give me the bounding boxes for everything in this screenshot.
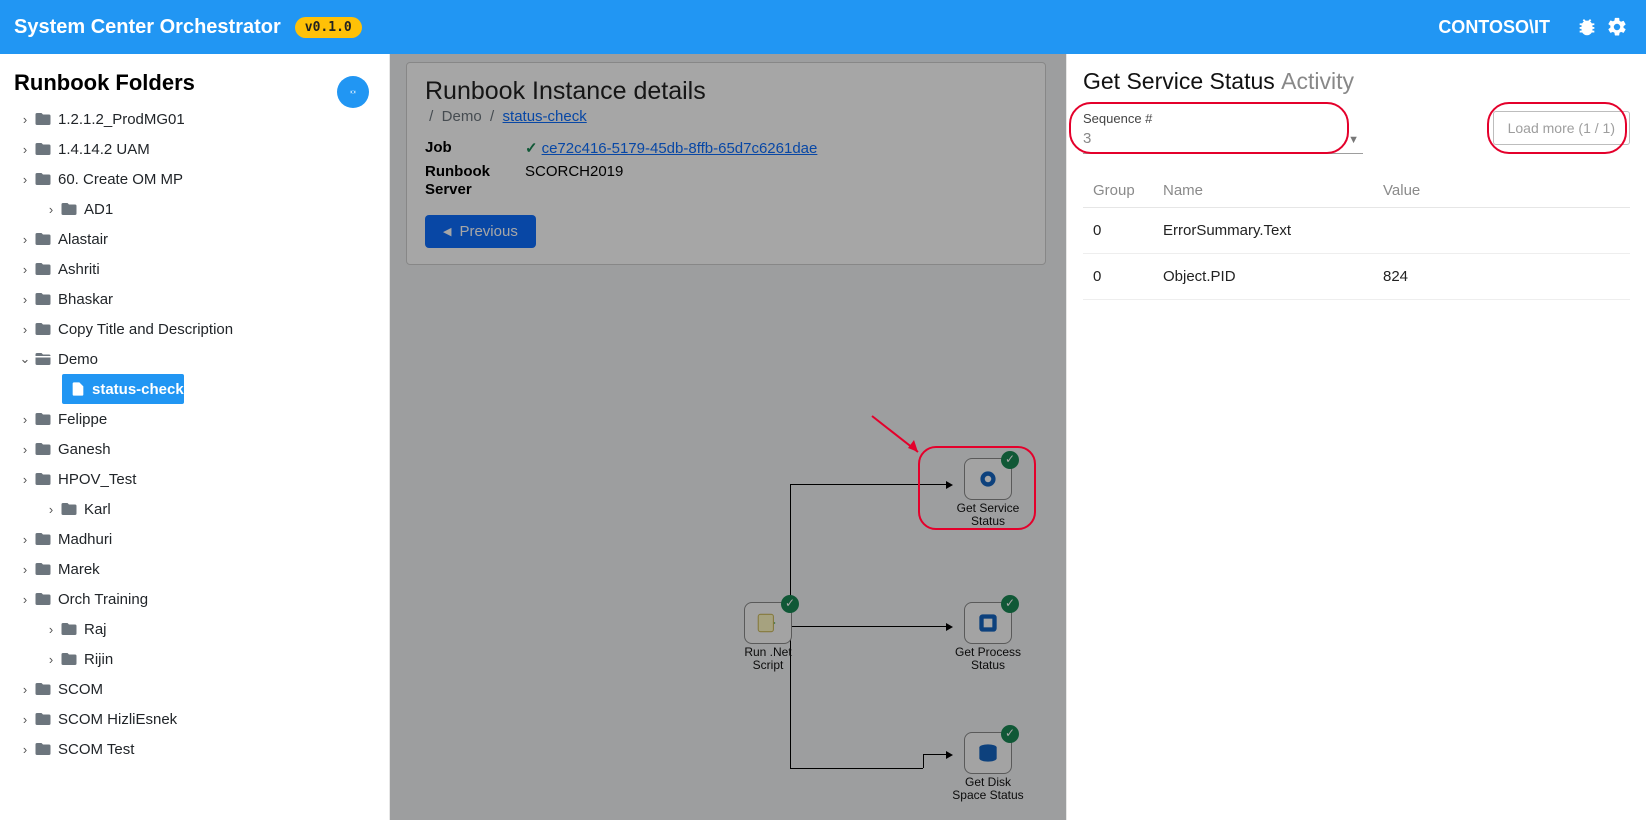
sidebar-folder[interactable]: ›AD1	[16, 194, 383, 224]
activity-node-get-service-status[interactable]: ✓ Get Service Status	[950, 458, 1026, 528]
activity-node-get-process-status[interactable]: ✓ Get Process Status	[950, 602, 1026, 672]
sidebar-folder[interactable]: ›Bhaskar	[16, 284, 383, 314]
server-value: SCORCH2019	[525, 163, 623, 199]
breadcrumb-leaf[interactable]: status-check	[503, 108, 587, 125]
sidebar-heading: Runbook Folders	[0, 54, 389, 104]
sidebar-folder[interactable]: ›Orch Training	[16, 584, 383, 614]
chevron-down-icon: ▼	[1348, 134, 1359, 146]
load-more-button[interactable]: Load more (1 / 1)	[1493, 111, 1630, 145]
runbook-folders-sidebar: Runbook Folders ›1.2.1.2_ProdMG01›1.4.14…	[0, 54, 390, 820]
runbook-instance-details-card: Runbook Instance details / Demo / status…	[406, 62, 1046, 265]
col-value: Value	[1373, 174, 1630, 208]
activity-details-panel: Get Service Status Activity Sequence # ▼…	[1066, 54, 1646, 820]
settings-gear-icon[interactable]	[1606, 16, 1628, 38]
bug-icon[interactable]	[1576, 16, 1598, 38]
collapse-sidebar-button[interactable]	[337, 76, 369, 108]
sidebar-folder[interactable]: ›Raj	[16, 614, 383, 644]
collapse-icon	[346, 85, 360, 99]
gear-search-icon	[975, 466, 1001, 492]
runbook-diagram: ✓ Run .Net Script ✓ Get Service Status ✓…	[390, 384, 1066, 820]
sidebar-folder[interactable]: ›Alastair	[16, 224, 383, 254]
activity-panel-title: Get Service Status Activity	[1083, 68, 1630, 95]
sidebar-folder[interactable]: ›Karl	[16, 494, 383, 524]
app-title: System Center Orchestrator	[14, 16, 281, 39]
process-icon	[975, 610, 1001, 636]
sidebar-folder[interactable]: ›Ganesh	[16, 434, 383, 464]
version-badge: v0.1.0	[295, 17, 362, 38]
server-label: Runbook Server	[425, 163, 525, 199]
sequence-dropdown[interactable]: Sequence # ▼	[1083, 111, 1363, 154]
breadcrumb-root[interactable]: Demo	[442, 108, 482, 125]
sidebar-folder[interactable]: ›HPOV_Test	[16, 464, 383, 494]
job-id-link[interactable]: ce72c416-5179-45db-8ffb-65d7c6261dae	[542, 140, 818, 157]
activity-node-get-disk-space[interactable]: ✓ Get Disk Space Status	[950, 732, 1026, 802]
sidebar-folder[interactable]: ›SCOM HizliEsnek	[16, 704, 383, 734]
sidebar-folder[interactable]: ›SCOM	[16, 674, 383, 704]
sidebar-folder[interactable]: ›Madhuri	[16, 524, 383, 554]
check-icon: ✓	[525, 140, 538, 157]
left-triangle-icon: ◀	[443, 225, 451, 238]
sidebar-folder[interactable]: ›60. Create OM MP	[16, 164, 383, 194]
script-icon	[755, 610, 781, 636]
table-row[interactable]: 0Object.PID824	[1083, 254, 1630, 300]
activity-node-run-net-script[interactable]: ✓ Run .Net Script	[730, 602, 806, 672]
sidebar-folder[interactable]: ›Rijin	[16, 644, 383, 674]
sidebar-folder[interactable]: ›SCOM Test	[16, 734, 383, 764]
sidebar-folder[interactable]: ›Marek	[16, 554, 383, 584]
activity-data-table: Group Name Value 0ErrorSummary.Text0Obje…	[1083, 174, 1630, 300]
details-heading: Runbook Instance details	[425, 77, 1027, 106]
table-row[interactable]: 0ErrorSummary.Text	[1083, 208, 1630, 254]
disk-icon	[975, 740, 1001, 766]
sidebar-file-selected[interactable]: status-check	[62, 374, 184, 404]
col-group: Group	[1083, 174, 1153, 208]
sidebar-folder[interactable]: ›1.2.1.2_ProdMG01	[16, 104, 383, 134]
job-label: Job	[425, 139, 525, 157]
folder-tree[interactable]: ›1.2.1.2_ProdMG01›1.4.14.2 UAM›60. Creat…	[0, 104, 389, 816]
previous-button[interactable]: ◀ Previous	[425, 215, 536, 248]
main-canvas: Runbook Instance details / Demo / status…	[390, 54, 1066, 820]
sidebar-folder[interactable]: ⌄Demo	[16, 344, 383, 374]
sidebar-folder[interactable]: ›Ashriti	[16, 254, 383, 284]
account-name: CONTOSO\IT	[1438, 17, 1550, 38]
sidebar-folder[interactable]: ›Copy Title and Description	[16, 314, 383, 344]
topbar: System Center Orchestrator v0.1.0 CONTOS…	[0, 0, 1646, 54]
sidebar-folder[interactable]: ›1.4.14.2 UAM	[16, 134, 383, 164]
breadcrumb: / Demo / status-check	[425, 108, 1027, 125]
sidebar-folder[interactable]: ›Felippe	[16, 404, 383, 434]
sequence-value[interactable]	[1083, 126, 1363, 154]
col-name: Name	[1153, 174, 1373, 208]
